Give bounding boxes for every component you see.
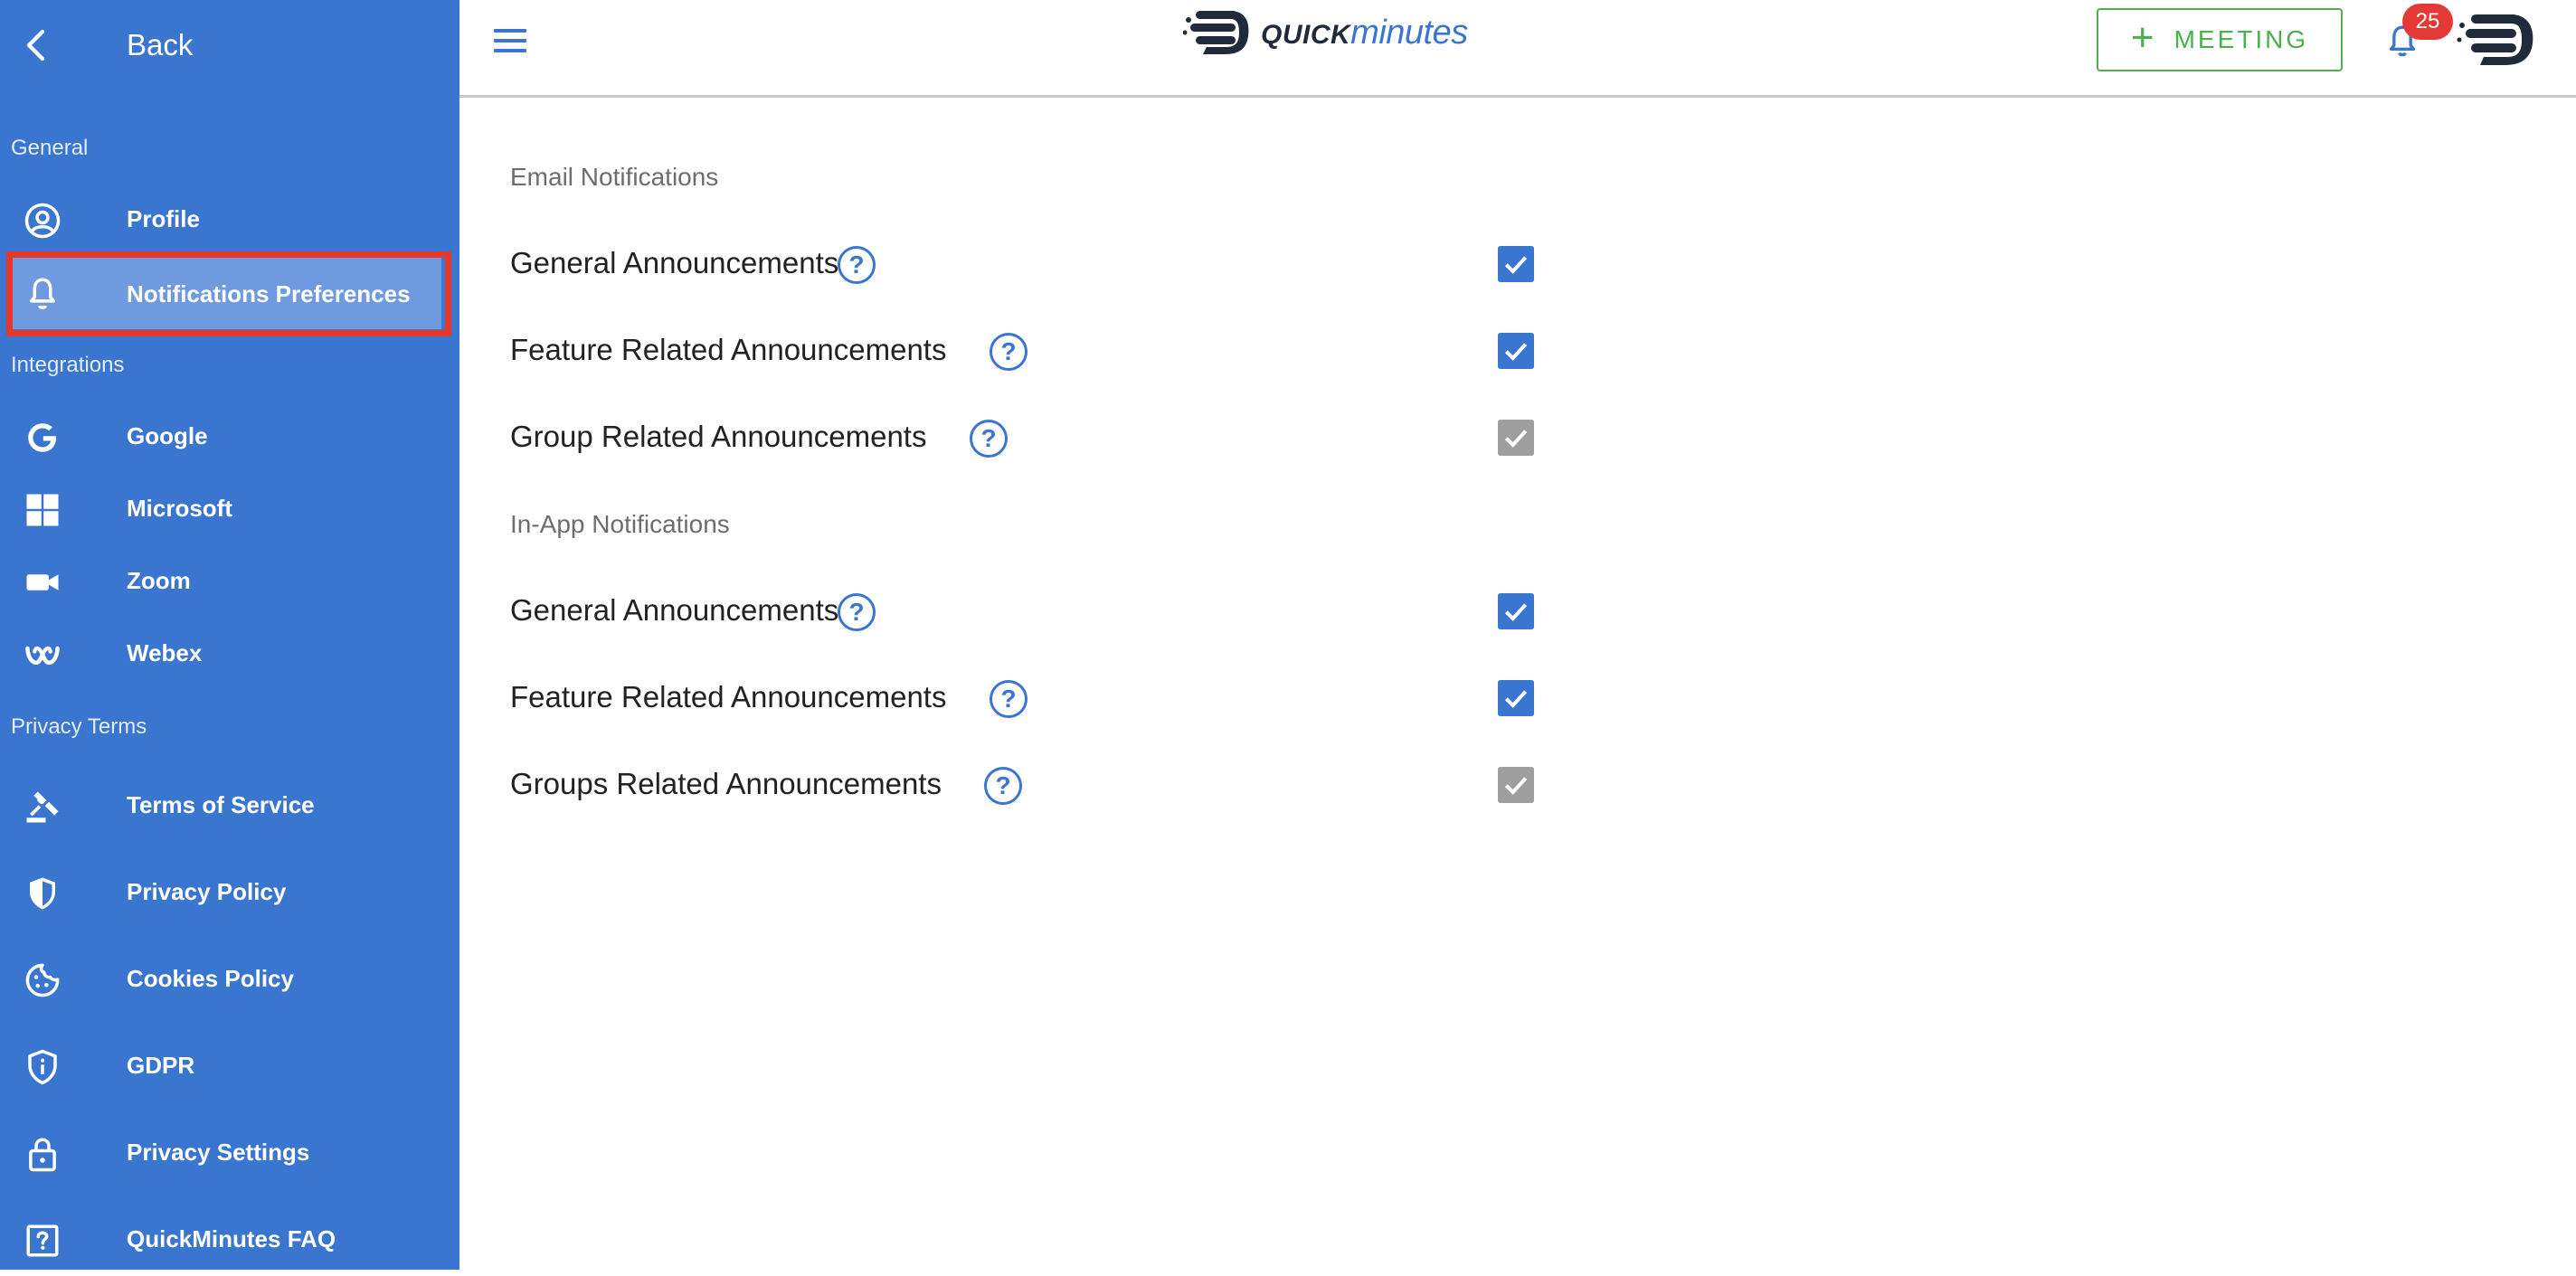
- inapp-groups-checkbox: [1498, 767, 1534, 803]
- sidebar-item-privacy-policy[interactable]: Privacy Policy: [0, 856, 459, 929]
- hamburger-menu-icon[interactable]: [490, 24, 530, 60]
- section-label-general: General: [11, 136, 89, 160]
- email-general-checkbox[interactable]: [1498, 246, 1534, 282]
- gavel-icon: [26, 791, 59, 823]
- shield-info-icon: [28, 1049, 57, 1085]
- sidebar-item-label: Notifications Preferences: [127, 280, 411, 307]
- sidebar-item-faq[interactable]: QuickMinutes FAQ: [0, 1204, 459, 1276]
- sidebar-item-google[interactable]: Google: [0, 401, 459, 473]
- chevron-left-icon: [26, 29, 45, 61]
- pref-label: General Announcements: [510, 246, 839, 279]
- user-avatar-logo-icon[interactable]: [2457, 5, 2538, 74]
- top-bar: QUICKminutes + MEETING 25: [459, 0, 2576, 98]
- sidebar-item-webex[interactable]: Webex: [0, 618, 459, 690]
- checkmark-icon: [1504, 777, 1528, 795]
- inapp-pref-feature: Feature Related Announcements ?: [510, 671, 1957, 725]
- inapp-feature-checkbox[interactable]: [1498, 680, 1534, 716]
- checkmark-icon: [1504, 256, 1528, 274]
- back-label: Back: [127, 28, 194, 61]
- cookie-icon: [25, 963, 60, 997]
- sidebar-item-label: Profile: [127, 205, 200, 232]
- pref-label: Feature Related Announcements: [510, 680, 947, 714]
- google-icon: [28, 423, 57, 452]
- back-button[interactable]: Back: [0, 0, 459, 90]
- help-icon[interactable]: ?: [970, 420, 1008, 458]
- email-notifications-heading: Email Notifications: [510, 163, 719, 191]
- help-icon[interactable]: ?: [838, 246, 876, 284]
- plus-icon: +: [2130, 15, 2155, 60]
- meeting-button-label: MEETING: [2174, 25, 2309, 53]
- pref-label: General Announcements: [510, 593, 839, 627]
- email-group-checkbox: [1498, 420, 1534, 456]
- section-label-integrations: Integrations: [11, 353, 125, 377]
- sidebar-item-gdpr[interactable]: GDPR: [0, 1030, 459, 1102]
- checkmark-icon: [1504, 603, 1528, 621]
- shield-icon: [30, 877, 55, 910]
- sidebar-item-profile[interactable]: Profile: [0, 184, 459, 256]
- question-box-icon: [26, 1224, 59, 1257]
- checkmark-icon: [1504, 343, 1528, 361]
- sidebar-item-zoom[interactable]: Zoom: [0, 545, 459, 618]
- checkmark-icon: [1504, 430, 1528, 448]
- checkmark-icon: [1504, 690, 1528, 708]
- logo-wordmark: QUICKminutes: [1261, 13, 1468, 52]
- help-icon[interactable]: ?: [838, 593, 876, 631]
- sidebar: Back General Profile Notifications Prefe…: [0, 0, 459, 1270]
- inapp-pref-general: General Announcements ?: [510, 584, 1957, 638]
- sidebar-item-label: Webex: [127, 639, 203, 666]
- sidebar-item-label: Privacy Policy: [127, 878, 287, 905]
- sidebar-item-terms[interactable]: Terms of Service: [0, 770, 459, 842]
- sidebar-item-label: Cookies Policy: [127, 965, 294, 992]
- sidebar-item-label: Microsoft: [127, 495, 232, 522]
- sidebar-item-label: Zoom: [127, 567, 191, 594]
- email-pref-group: Group Related Announcements ?: [510, 411, 1957, 465]
- notification-preferences-panel: Email Notifications General Announcement…: [459, 98, 2576, 1270]
- sidebar-item-label: Terms of Service: [127, 791, 315, 818]
- windows-icon: [26, 494, 59, 526]
- add-meeting-button[interactable]: + MEETING: [2097, 8, 2343, 71]
- pref-label: Feature Related Announcements: [510, 333, 947, 366]
- help-icon[interactable]: ?: [984, 767, 1022, 805]
- user-circle-icon: [24, 203, 61, 239]
- help-icon[interactable]: ?: [990, 680, 1028, 718]
- sidebar-item-label: Google: [127, 422, 208, 449]
- inapp-notifications-heading: In-App Notifications: [510, 510, 730, 538]
- pref-label: Groups Related Announcements: [510, 767, 942, 800]
- email-pref-feature: Feature Related Announcements ?: [510, 324, 1957, 378]
- app-logo[interactable]: QUICKminutes: [1183, 4, 1468, 61]
- email-pref-general: General Announcements ?: [510, 237, 1957, 291]
- bell-icon: [30, 278, 55, 309]
- sidebar-item-notifications[interactable]: Notifications Preferences: [0, 250, 459, 336]
- sidebar-item-microsoft[interactable]: Microsoft: [0, 473, 459, 545]
- inapp-general-checkbox[interactable]: [1498, 593, 1534, 629]
- notification-count-badge: 25: [2402, 4, 2453, 40]
- webex-icon: [25, 646, 60, 666]
- lock-icon: [29, 1138, 56, 1172]
- inapp-pref-groups: Groups Related Announcements ?: [510, 758, 1957, 812]
- video-camera-icon: [26, 574, 59, 591]
- sidebar-item-label: GDPR: [127, 1052, 195, 1079]
- sidebar-item-label: Privacy Settings: [127, 1139, 310, 1166]
- quickminutes-logo-icon: [1183, 11, 1249, 54]
- sidebar-item-label: QuickMinutes FAQ: [127, 1225, 336, 1252]
- section-label-privacy: Privacy Terms: [11, 714, 147, 739]
- sidebar-item-privacy-settings[interactable]: Privacy Settings: [0, 1117, 459, 1189]
- help-icon[interactable]: ?: [990, 333, 1028, 371]
- sidebar-item-cookies[interactable]: Cookies Policy: [0, 943, 459, 1016]
- email-feature-checkbox[interactable]: [1498, 333, 1534, 369]
- pref-label: Group Related Announcements: [510, 420, 927, 453]
